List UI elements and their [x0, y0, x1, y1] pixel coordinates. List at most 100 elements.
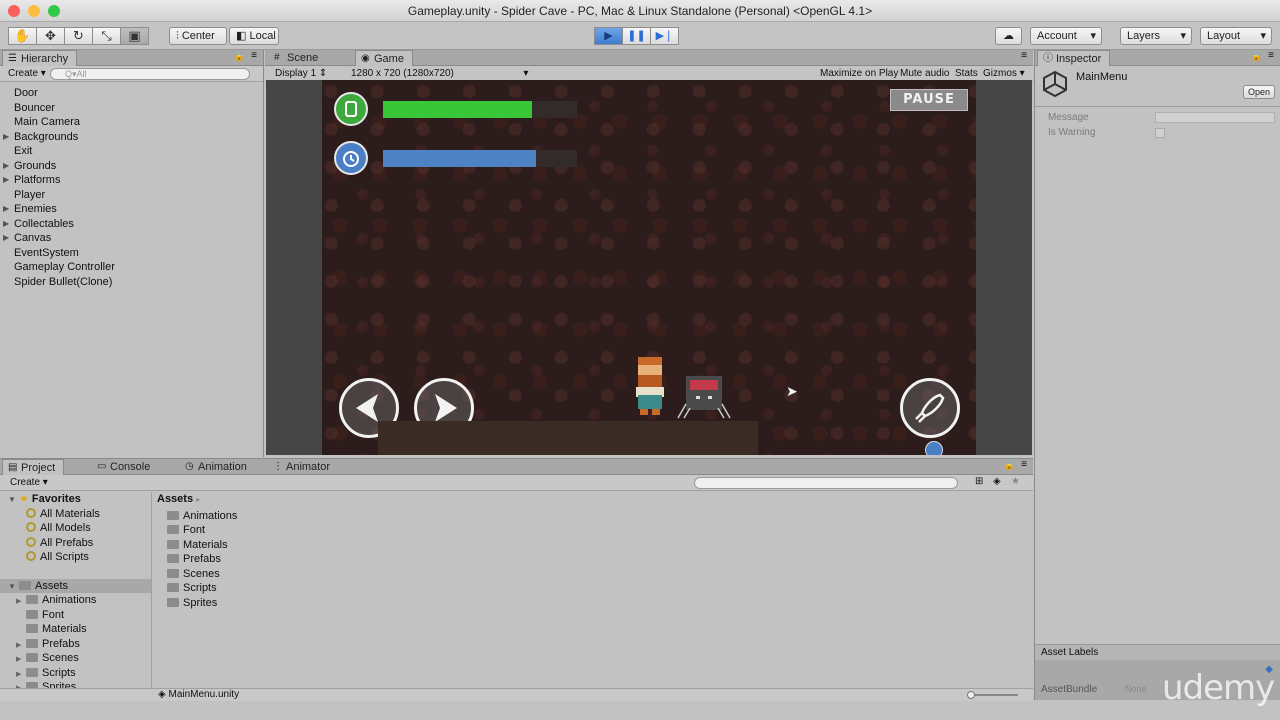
asset-tree-item[interactable]: ▶ Scenes — [0, 651, 151, 666]
pivot-center-button[interactable]: ⫶ Center — [169, 27, 227, 45]
cloud-icon[interactable]: ☁ — [995, 27, 1022, 45]
breadcrumb-assets[interactable]: Assets — [157, 493, 193, 505]
panel-menu-icon[interactable]: ≡ — [1021, 50, 1027, 61]
hierarchy-item[interactable]: Bouncer — [0, 101, 263, 116]
message-field[interactable] — [1155, 112, 1275, 123]
hierarchy-item[interactable]: EventSystem — [0, 246, 263, 261]
hierarchy-item[interactable]: ▶ Canvas — [0, 231, 263, 246]
expand-arrow-icon[interactable]: ▶ — [3, 231, 9, 246]
hierarchy-search-input[interactable]: Q▾All — [50, 68, 250, 80]
play-icon[interactable]: ▶ — [594, 27, 623, 45]
asset-folder[interactable]: Prefabs — [153, 552, 1033, 567]
tab-animator[interactable]: ⋮ Animator — [268, 459, 338, 475]
asset-folder[interactable]: Scenes — [153, 567, 1033, 582]
favorite-item[interactable]: All Models — [0, 521, 151, 536]
layout-dropdown[interactable]: Layout ▾ — [1200, 27, 1272, 45]
project-create-button[interactable]: Create ▾ — [10, 477, 48, 488]
favorite-item[interactable]: All Scripts — [0, 550, 151, 565]
pause-icon[interactable]: ❚❚ — [622, 27, 651, 45]
tab-inspector[interactable]: ⓘ Inspector — [1037, 50, 1111, 66]
favorite-item[interactable]: All Prefabs — [0, 536, 151, 551]
lock-icon[interactable]: 🔒 — [1251, 51, 1262, 62]
asset-tree-item[interactable]: ▶ Scripts — [0, 666, 151, 681]
expand-arrow-icon[interactable]: ▶ — [3, 159, 9, 174]
game-view[interactable]: PAUSE ➤ — [266, 80, 1032, 455]
hierarchy-item[interactable]: ▶ Grounds — [0, 159, 263, 174]
selected-file-label: MainMenu.unity — [168, 689, 240, 700]
asset-tree-item[interactable]: ▶ Prefabs — [0, 637, 151, 652]
panel-menu-icon[interactable]: ≡ — [1021, 459, 1027, 470]
favorite-star-icon[interactable]: ★ — [1011, 476, 1020, 487]
hierarchy-item-label: Player — [14, 188, 46, 201]
jump-rocket-button[interactable] — [900, 378, 960, 438]
favorites-header[interactable]: ▼ ★ Favorites — [0, 492, 151, 507]
panel-menu-icon[interactable]: ≡ — [1268, 50, 1274, 61]
rotate-tool-icon[interactable]: ↻ — [64, 27, 93, 45]
expand-arrow-icon[interactable]: ▶ — [3, 217, 9, 232]
asset-folder[interactable]: Animations — [153, 509, 1033, 524]
tab-scene[interactable]: # Scene — [269, 50, 326, 66]
asset-tree-item[interactable]: Font — [0, 608, 151, 623]
project-tree: ▼ ★ Favorites All Materials All Models All… — [0, 492, 152, 693]
tab-animation[interactable]: ◷ Animation — [180, 459, 255, 475]
tab-game[interactable]: ◉ Game — [355, 50, 413, 66]
hierarchy-item[interactable]: Main Camera — [0, 115, 263, 130]
display-select[interactable]: Display 1 ⇕ — [275, 68, 327, 79]
filter-label-icon[interactable]: ◈ — [993, 476, 1001, 487]
gizmos-dropdown[interactable]: Gizmos ▾ — [983, 68, 1025, 79]
space-local-button[interactable]: ◧ Local — [229, 27, 279, 45]
tab-hierarchy[interactable]: ☰ Hierarchy — [2, 50, 78, 66]
scale-tool-icon[interactable]: ⤡ — [92, 27, 121, 45]
filter-type-icon[interactable]: ⊞ — [975, 476, 983, 487]
mute-audio-toggle[interactable]: Mute audio — [900, 68, 949, 79]
asset-tree-item[interactable]: ▶ Animations — [0, 593, 151, 608]
expand-arrow-icon[interactable]: ▶ — [3, 130, 9, 145]
favorite-item[interactable]: All Materials — [0, 507, 151, 522]
hierarchy-item[interactable]: Spider Bullet(Clone) — [0, 275, 263, 290]
hand-tool-icon[interactable]: ✋ — [8, 27, 37, 45]
assets-tree-header[interactable]: ▼ Assets — [0, 578, 151, 593]
resolution-select[interactable]: 1280 x 720 (1280x720) ▾ — [351, 68, 528, 79]
hierarchy-item[interactable]: ▶ Enemies — [0, 202, 263, 217]
project-subbar: Create ▾ ⊞ ◈ ★ — [0, 475, 1033, 491]
tab-console[interactable]: ▭ Console — [92, 459, 158, 475]
minimize-window-button[interactable] — [28, 5, 40, 17]
rect-tool-icon[interactable]: ▣ — [120, 27, 149, 45]
hierarchy-item[interactable]: Exit — [0, 144, 263, 159]
expand-arrow-icon[interactable]: ▶ — [3, 173, 9, 188]
timer-collectible-icon — [925, 441, 943, 455]
hierarchy-item[interactable]: ▶ Backgrounds — [0, 130, 263, 145]
lock-icon[interactable]: 🔒 — [234, 51, 245, 62]
open-button[interactable]: Open — [1243, 85, 1276, 99]
maximize-on-play-toggle[interactable]: Maximize on Play — [820, 68, 898, 79]
asset-folder[interactable]: Sprites — [153, 596, 1033, 611]
close-window-button[interactable] — [8, 5, 20, 17]
asset-bundle-dropdown[interactable]: None — [1125, 684, 1147, 694]
hierarchy-create-button[interactable]: Create ▾ — [8, 68, 46, 79]
expand-arrow-icon[interactable]: ▶ — [3, 202, 9, 217]
hierarchy-item[interactable]: Gameplay Controller — [0, 260, 263, 275]
project-search-input[interactable] — [694, 477, 958, 489]
hierarchy-item[interactable]: Player — [0, 188, 263, 203]
rocket-icon — [915, 393, 945, 423]
move-tool-icon[interactable]: ✥ — [36, 27, 65, 45]
icon-size-slider[interactable] — [967, 691, 1018, 699]
asset-folder[interactable]: Font — [153, 523, 1033, 538]
step-icon[interactable]: ▶❘ — [650, 27, 679, 45]
slider-handle[interactable] — [967, 691, 975, 699]
asset-folder[interactable]: Materials — [153, 538, 1033, 553]
panel-menu-icon[interactable]: ≡ — [251, 50, 257, 61]
lock-icon[interactable]: 🔒 — [1004, 460, 1015, 471]
hierarchy-item[interactable]: Door — [0, 86, 263, 101]
asset-folder[interactable]: Scripts — [153, 581, 1033, 596]
hierarchy-item[interactable]: ▶ Collectables — [0, 217, 263, 232]
pause-button[interactable]: PAUSE — [890, 89, 968, 111]
layers-dropdown[interactable]: Layers ▾ — [1120, 27, 1192, 45]
asset-tree-item[interactable]: Materials — [0, 622, 151, 637]
maximize-window-button[interactable] — [48, 5, 60, 17]
is-warning-checkbox[interactable] — [1155, 128, 1165, 138]
account-dropdown[interactable]: Account ▾ — [1030, 27, 1102, 45]
tab-project[interactable]: ▤ Project — [2, 459, 65, 475]
stats-toggle[interactable]: Stats — [955, 68, 978, 79]
hierarchy-item[interactable]: ▶ Platforms — [0, 173, 263, 188]
